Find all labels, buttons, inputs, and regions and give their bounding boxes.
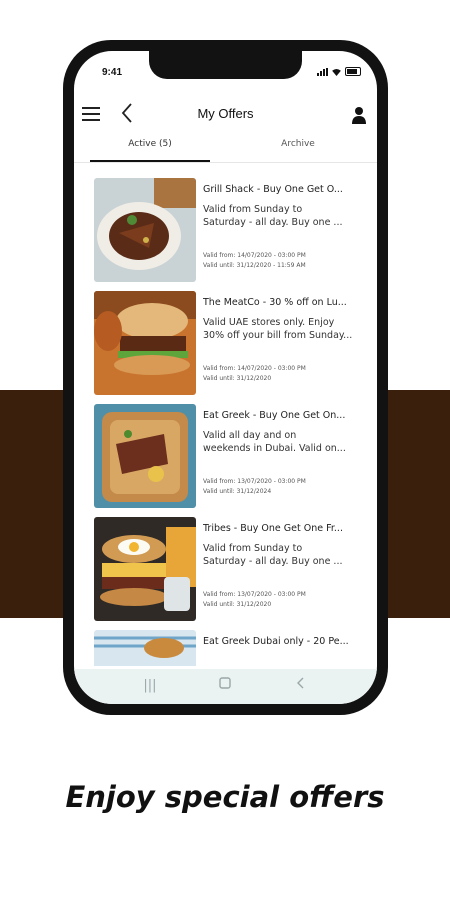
offer-card[interactable]: The MeatCo - 30 % off on Lu... Valid UAE…	[94, 291, 369, 395]
valid-until: Valid until: 31/12/2020	[203, 601, 272, 608]
valid-until: Valid until: 31/12/2020 - 11:59 AM	[203, 262, 306, 269]
offer-card[interactable]: Eat Greek Dubai only - 20 Pe...	[94, 630, 369, 666]
valid-until: Valid until: 31/12/2020	[203, 375, 272, 382]
offer-card[interactable]: Tribes - Buy One Get One Fr... Valid fro…	[94, 517, 369, 621]
offer-title: Eat Greek - Buy One Get On...	[203, 410, 346, 421]
valid-from: Valid from: 13/07/2020 - 03:00 PM	[203, 478, 306, 485]
tab-bar: Active (5) Archive	[74, 136, 377, 162]
signal-icon	[317, 68, 328, 76]
offer-description: Valid from Sunday to Saturday - all day.…	[203, 543, 343, 567]
offer-card[interactable]: Eat Greek - Buy One Get On... Valid all …	[94, 404, 369, 508]
offer-card[interactable]: Grill Shack - Buy One Get O... Valid fro…	[94, 178, 369, 282]
status-time: 9:41	[102, 67, 123, 78]
offer-title: The MeatCo - 30 % off on Lu...	[203, 297, 347, 308]
user-icon[interactable]	[351, 106, 367, 124]
promo-caption: Enjoy special offers	[65, 780, 385, 814]
offer-description: Valid all day and on weekends in Dubai. …	[203, 430, 346, 454]
offer-title: Eat Greek Dubai only - 20 Pe...	[203, 636, 349, 647]
offer-image	[94, 630, 196, 666]
phone-frame: 9:41 My Offers Active (5) Archive Grill …	[63, 40, 388, 715]
phone-screen: 9:41 My Offers Active (5) Archive Grill …	[74, 51, 377, 704]
offer-validity: Valid from: 13/07/2020 - 03:00 PM Valid …	[203, 590, 306, 610]
offer-title: Tribes - Buy One Get One Fr...	[203, 523, 343, 534]
recent-apps-icon[interactable]: |||	[140, 677, 160, 695]
status-icons	[317, 67, 361, 76]
offer-validity: Valid from: 14/07/2020 - 03:00 PM Valid …	[203, 364, 306, 384]
app-bar: My Offers	[74, 94, 377, 134]
offer-image	[94, 404, 196, 508]
battery-icon	[345, 67, 361, 76]
wifi-icon	[332, 69, 341, 76]
offer-validity: Valid from: 14/07/2020 - 03:00 PM Valid …	[203, 251, 306, 271]
home-icon[interactable]	[215, 677, 235, 695]
offer-validity: Valid from: 13/07/2020 - 03:00 PM Valid …	[203, 477, 306, 497]
valid-from: Valid from: 14/07/2020 - 03:00 PM	[203, 252, 306, 259]
back-nav-icon[interactable]	[291, 677, 311, 695]
phone-notch	[149, 51, 302, 79]
system-nav-bar: |||	[74, 669, 377, 704]
tab-divider	[74, 162, 377, 163]
valid-until: Valid until: 31/12/2024	[203, 488, 272, 495]
page-title: My Offers	[197, 106, 254, 121]
valid-from: Valid from: 13/07/2020 - 03:00 PM	[203, 591, 306, 598]
offer-image	[94, 517, 196, 621]
offer-description: Valid UAE stores only. Enjoy 30% off you…	[203, 317, 353, 341]
offer-image	[94, 178, 196, 282]
tab-archive[interactable]: Archive	[238, 136, 358, 162]
offer-title: Grill Shack - Buy One Get O...	[203, 184, 343, 195]
valid-from: Valid from: 14/07/2020 - 03:00 PM	[203, 365, 306, 372]
offer-description: Valid from Sunday to Saturday - all day.…	[203, 204, 343, 228]
offer-image	[94, 291, 196, 395]
tab-active[interactable]: Active (5)	[90, 136, 210, 162]
offers-list[interactable]: Grill Shack - Buy One Get O... Valid fro…	[74, 166, 377, 666]
